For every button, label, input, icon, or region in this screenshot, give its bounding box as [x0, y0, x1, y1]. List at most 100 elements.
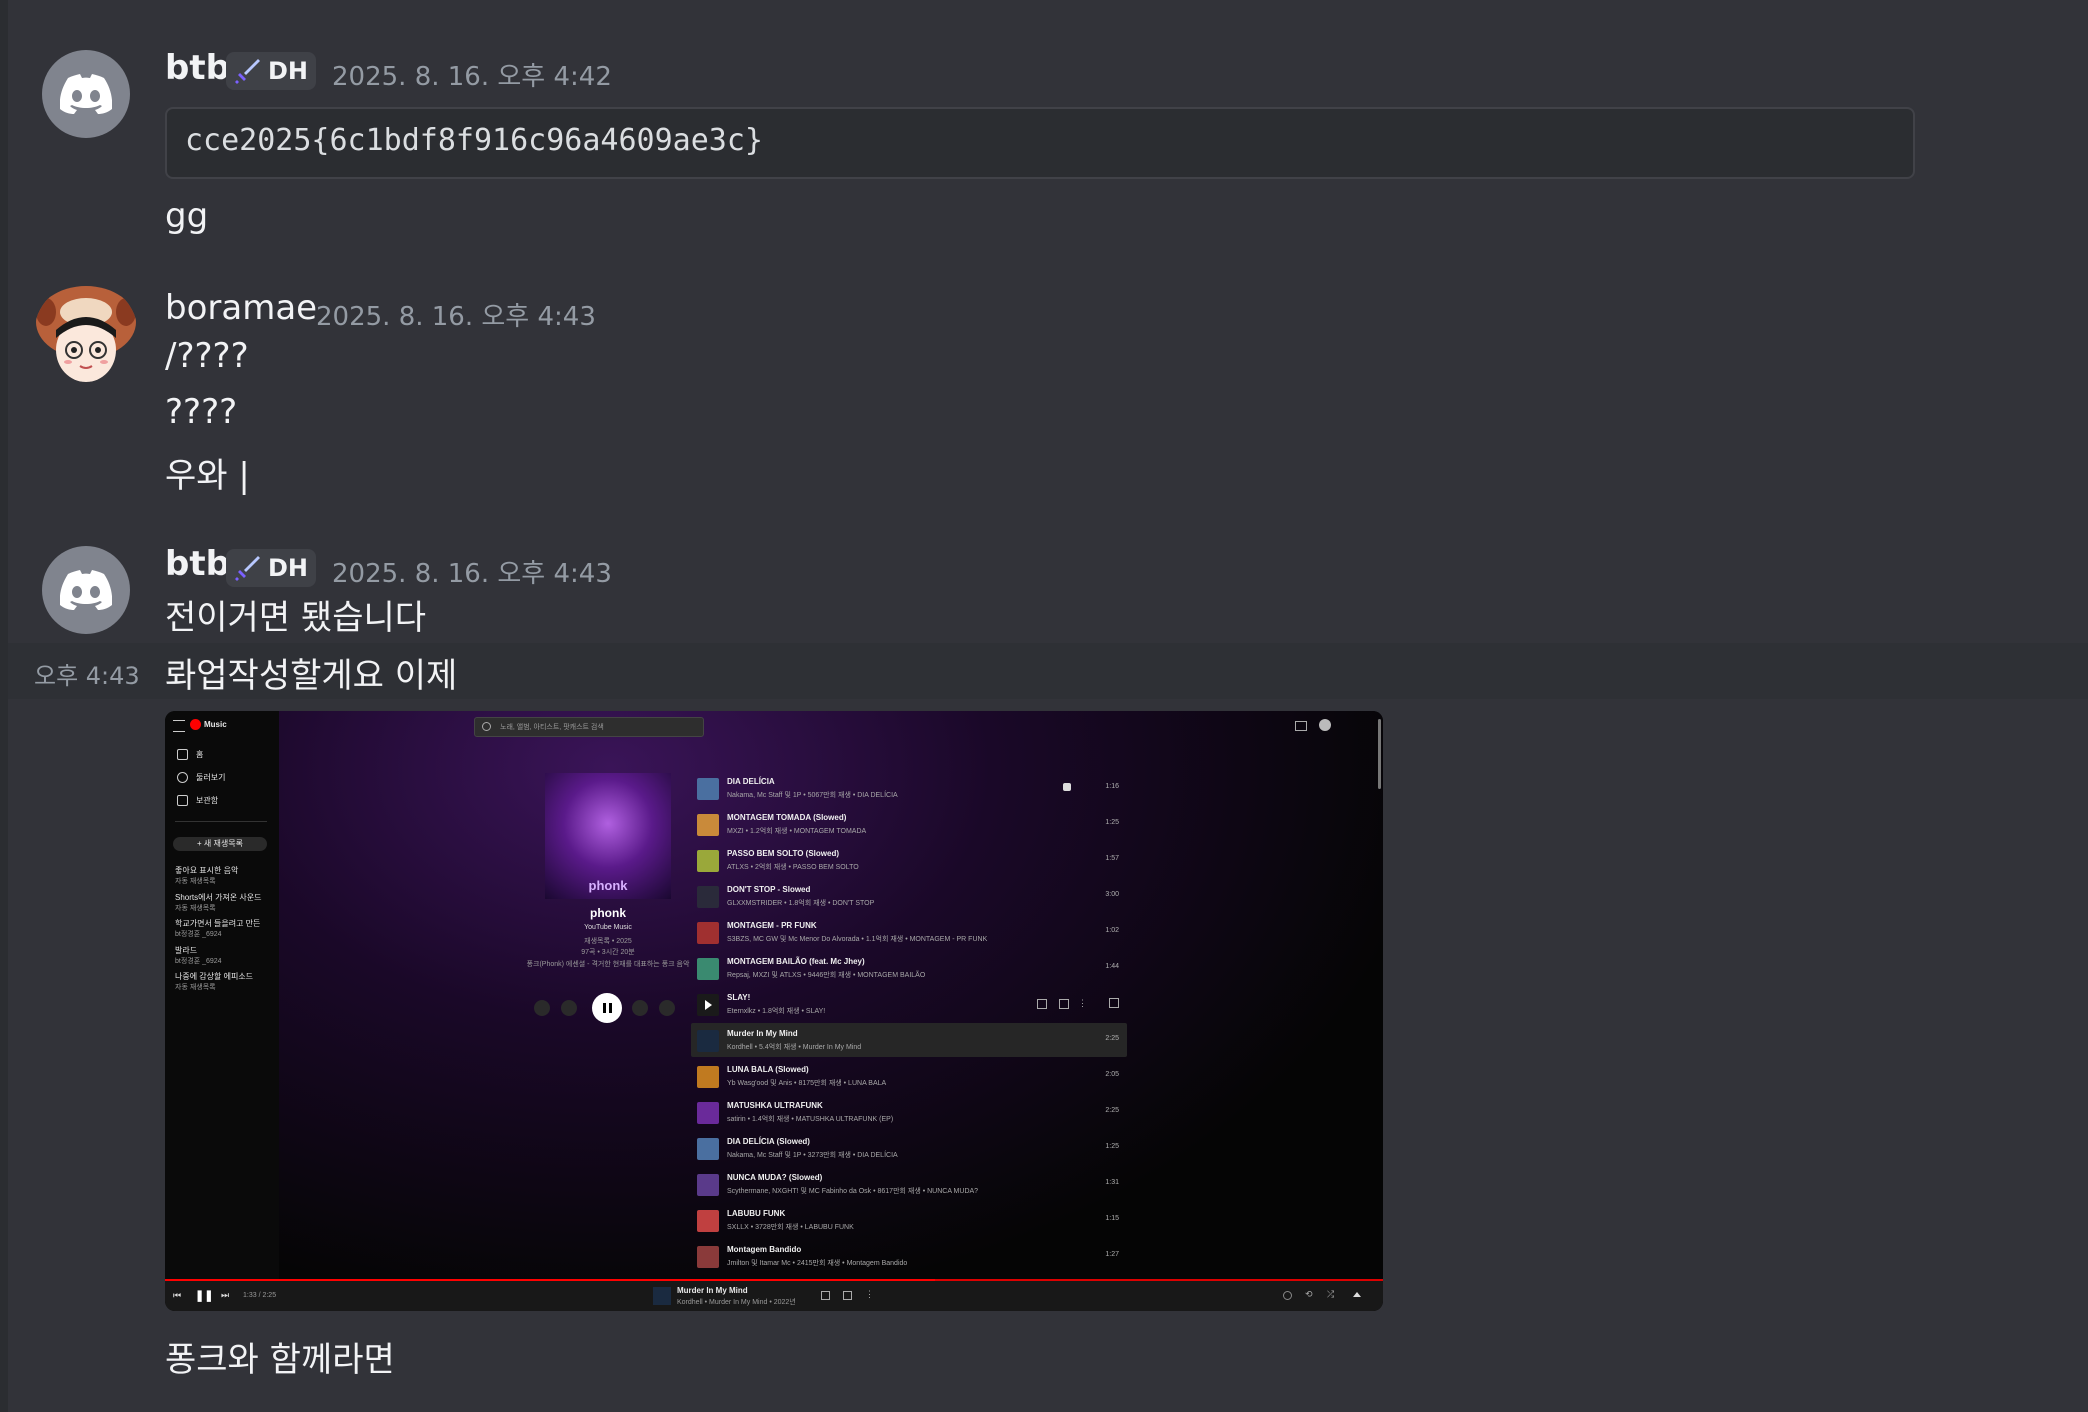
avatar[interactable]	[42, 50, 130, 138]
pause-icon[interactable]: ❚❚	[195, 1289, 213, 1302]
track-row[interactable]: LABUBU FUNK SXLLX • 3728만회 재생 • LABUBU FU…	[691, 1203, 1127, 1237]
track-row[interactable]: MATUSHKA ULTRAFUNK satirin • 1.4억회 재생 • M…	[691, 1095, 1127, 1129]
app-logo-text: Music	[204, 720, 227, 729]
now-playing-subtitle[interactable]: Kordhell • Murder In My Mind • 2022년	[677, 1297, 796, 1307]
track-row-playing[interactable]: Murder In My Mind Kordhell • 5.4억회 재생 • M…	[691, 1023, 1127, 1057]
playlist-item[interactable]: 학교가면서 들을려고 만든 bt정경훈 _6924	[175, 918, 260, 939]
previous-icon[interactable]: ⏮	[173, 1290, 181, 1301]
nav-explore[interactable]: 둘러보기	[177, 772, 225, 783]
thumbs-down-icon[interactable]	[1037, 999, 1047, 1009]
code-block: cce2025{6c1bdf8f916c96a4609ae3c}	[165, 107, 1915, 179]
track-row[interactable]: DON'T STOP - Slowed GLXXMSTRIDER • 1.8억회 …	[691, 879, 1127, 913]
ytm-sidebar: Music 홈 둘러보기 보관함 + 새 재생목록 좋아요 표시한 음악 자동 재…	[165, 711, 280, 1281]
track-thumbnail	[697, 886, 719, 908]
more-options-icon[interactable]: ⋮	[865, 1289, 874, 1300]
checkbox[interactable]	[1109, 998, 1119, 1008]
now-playing-title[interactable]: Murder In My Mind	[677, 1286, 748, 1295]
track-row[interactable]: DIA DELÍCIA (Slowed) Nakama, Mc Staff 및 1…	[691, 1131, 1127, 1165]
timestamp: 2025. 8. 16. 오후 4:42	[332, 62, 612, 92]
more-options-icon[interactable]	[659, 1000, 675, 1016]
badge-label: DH	[268, 57, 309, 85]
nav-home[interactable]: 홈	[177, 749, 203, 760]
menu-icon[interactable]	[173, 720, 185, 732]
progress-fill[interactable]	[165, 1279, 935, 1281]
thumbs-up-icon[interactable]	[1059, 999, 1069, 1009]
track-thumbnail	[697, 1210, 719, 1232]
sword-icon	[235, 556, 260, 581]
play-icon[interactable]	[705, 1000, 712, 1010]
divider	[175, 821, 267, 822]
new-playlist-button[interactable]: + 새 재생목록	[173, 837, 267, 851]
pause-button[interactable]	[592, 993, 622, 1023]
home-icon	[177, 749, 188, 760]
discord-logo-icon	[60, 74, 112, 114]
album-meta: 97곡 • 3시간 20분	[581, 949, 635, 956]
track-thumbnail	[697, 1174, 719, 1196]
playlist-item[interactable]: Shorts에서 가져온 사운드 자동 재생목록	[175, 892, 261, 913]
cast-icon[interactable]	[1295, 721, 1307, 731]
more-options-icon[interactable]: ⋮	[1078, 998, 1087, 1009]
role-badge[interactable]: DH	[226, 549, 317, 587]
track-row[interactable]: MONTAGEM - PR FUNK S3BZS, MC GW 및 Mc Meno…	[691, 915, 1127, 949]
library-icon	[177, 795, 188, 806]
youtube-music-logo-icon	[190, 719, 201, 730]
shuffle-icon[interactable]: ⤮	[1327, 1289, 1334, 1300]
thumbs-up-icon[interactable]	[1063, 783, 1071, 791]
avatar[interactable]	[34, 282, 138, 386]
share-icon[interactable]	[632, 1000, 648, 1016]
message-text: ????	[165, 392, 238, 432]
nav-library[interactable]: 보관함	[177, 795, 218, 806]
save-icon[interactable]	[561, 1000, 577, 1016]
role-badge[interactable]: DH	[226, 52, 317, 90]
left-edge	[0, 0, 8, 1412]
download-icon[interactable]	[534, 1000, 550, 1016]
track-row[interactable]: Montagem Bandido Jmilton 및 Itamar Mc • 24…	[691, 1239, 1127, 1273]
search-icon	[482, 722, 491, 731]
search-input[interactable]: 노래, 앨범, 아티스트, 팟캐스트 검색	[474, 717, 704, 737]
album-owner[interactable]: YouTube Music	[508, 924, 708, 931]
track-thumbnail	[697, 922, 719, 944]
track-thumbnail	[697, 814, 719, 836]
album-description: 퐁크(Phonk) 에센셜 - 격거한 현재를 대표하는 퐁크 음악	[526, 961, 690, 968]
timestamp: 2025. 8. 16. 오후 4:43	[316, 302, 596, 332]
message-text: 전이거면 됐습니다	[165, 598, 427, 638]
timestamp: 2025. 8. 16. 오후 4:43	[332, 559, 612, 589]
playlist-item[interactable]: 발라드 bt정경훈 _6924	[175, 945, 222, 966]
track-row[interactable]: DIA DELÍCIA Nakama, Mc Staff 및 1P • 5067만…	[691, 771, 1127, 805]
username[interactable]: btb	[165, 48, 230, 88]
chat-messages: btb DH 2025. 8. 16. 오후 4:42 cce2025{6c1b…	[8, 0, 2088, 1412]
track-row[interactable]: NUNCA MUDA? (Slowed) Scythermane, NXGHT! …	[691, 1167, 1127, 1201]
search-placeholder: 노래, 앨범, 아티스트, 팟캐스트 검색	[500, 724, 604, 731]
track-row[interactable]: MONTAGEM TOMADA (Slowed) MXZI • 1.2억회 재생 …	[691, 807, 1127, 841]
thumbs-up-icon[interactable]	[843, 1291, 852, 1300]
album-art-label: phonk	[588, 878, 628, 893]
track-row[interactable]: SLAY! Eternxlkz • 1.8억회 재생 • SLAY! ⋮	[691, 987, 1127, 1021]
track-thumbnail	[697, 958, 719, 980]
message-text: 우와 |	[165, 456, 250, 496]
profile-avatar[interactable]	[1319, 719, 1331, 731]
message-text: 퐁크와 함께라면	[165, 1340, 395, 1380]
message-text: /????	[165, 336, 249, 376]
username[interactable]: btb	[165, 544, 230, 584]
thumbs-down-icon[interactable]	[821, 1291, 830, 1300]
message-text: gg	[165, 196, 209, 236]
expand-icon[interactable]	[1353, 1292, 1361, 1297]
message-text: 롸업작성할게요 이제	[165, 656, 458, 696]
track-row[interactable]: PASSO BEM SOLTO (Slowed) ATLXS • 2억회 재생 •…	[691, 843, 1127, 877]
track-thumbnail	[697, 994, 719, 1016]
image-attachment[interactable]: Music 홈 둘러보기 보관함 + 새 재생목록 좋아요 표시한 음악 자동 재…	[165, 711, 1383, 1311]
playlist-item[interactable]: 좋아요 표시한 음악 자동 재생목록	[175, 865, 238, 886]
avatar[interactable]	[42, 546, 130, 634]
playback-time: 1:33 / 2:25	[243, 1292, 277, 1299]
next-icon[interactable]: ⏭	[221, 1290, 229, 1301]
playlist-item[interactable]: 나중에 감상할 에피소드 자동 재생목록	[175, 971, 253, 992]
track-thumbnail	[697, 1066, 719, 1088]
username[interactable]: boramae	[165, 288, 317, 328]
track-thumbnail	[697, 1138, 719, 1160]
track-row[interactable]: LUNA BALA (Slowed) Yb Wasg'ood 및 Anis • 8…	[691, 1059, 1127, 1093]
scrollbar[interactable]	[1378, 719, 1381, 789]
repeat-icon[interactable]: ⟲	[1305, 1289, 1313, 1300]
track-row[interactable]: MONTAGEM BAILÃO (feat. Mc Jhey) Repsaj, M…	[691, 951, 1127, 985]
track-thumbnail	[697, 778, 719, 800]
volume-icon[interactable]	[1283, 1291, 1292, 1300]
